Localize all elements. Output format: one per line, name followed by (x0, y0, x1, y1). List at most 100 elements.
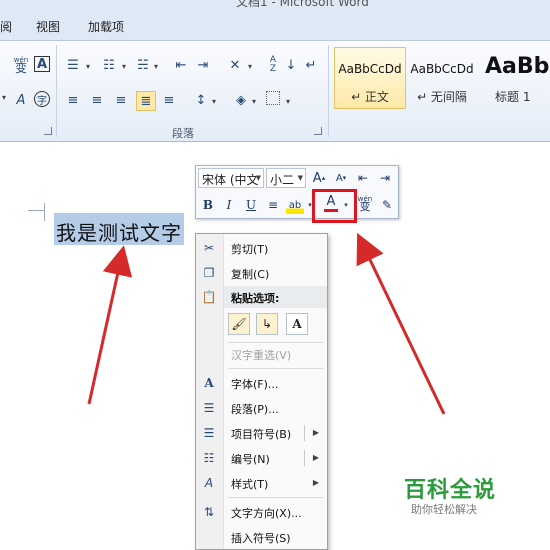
font-name-combo[interactable]: 宋体 (中文 ▼ (198, 168, 264, 188)
sort-icon[interactable]: AZ (264, 56, 282, 74)
sort-arrow-icon[interactable]: ↓ (282, 56, 300, 74)
decrease-indent-icon[interactable]: ⇤ (354, 169, 372, 187)
increase-indent-icon[interactable]: ⇥ (376, 169, 394, 187)
style-name: 标题 1 (495, 90, 531, 104)
chinese-layout-icon[interactable]: ✕ (226, 56, 244, 74)
increase-indent-icon[interactable]: ⇥ (194, 56, 212, 74)
style-sample: AaBb (485, 54, 550, 79)
dropdown-arrow-icon[interactable]: ▾ (212, 97, 216, 106)
decrease-indent-icon[interactable]: ⇤ (172, 56, 190, 74)
chevron-down-icon[interactable]: ▼ (256, 174, 261, 182)
clipboard-icon: 📋 (201, 290, 217, 304)
menu-paste-options-header: 📋 粘贴选项: (201, 290, 280, 305)
font-size-combo[interactable]: 小二 ▼ (266, 168, 306, 188)
highlight-icon[interactable]: ab (286, 196, 304, 214)
tab-view[interactable]: 视图 (36, 18, 60, 35)
text-effect-icon[interactable]: A (12, 91, 30, 109)
watermark-title: 百科全说 (404, 478, 497, 503)
menu-item-text-direction[interactable]: ⇅ 文字方向(X)... (196, 501, 327, 523)
selected-text[interactable]: 我是测试文字 (54, 213, 184, 245)
shrink-font-icon[interactable]: A ▾ (332, 169, 350, 187)
copy-icon: ❐ (203, 266, 215, 280)
menu-item-reconvert: 汉字重选(V) (231, 349, 292, 362)
menu-item-bullets[interactable]: ☰ 项目符号(B) ▶ (196, 422, 327, 444)
menu-separator (228, 497, 324, 498)
dropdown-arrow-icon[interactable]: ▾ (252, 97, 256, 106)
bullets-icon: ☰ (203, 426, 215, 440)
tab-review[interactable]: 阅 (0, 18, 12, 35)
font-icon: A (204, 376, 214, 390)
dropdown-arrow-icon[interactable]: ▾ (248, 62, 252, 71)
menu-item-insert-symbol[interactable]: 插入符号(S) (196, 526, 327, 548)
bold-button[interactable]: B (199, 196, 217, 214)
justify-icon[interactable]: ≣ (136, 91, 156, 111)
submenu-divider (304, 450, 305, 466)
center-align-icon[interactable]: ≡ (264, 196, 282, 214)
watermark-subtitle: 助你轻松解决 (411, 503, 477, 516)
enclose-characters-icon[interactable]: 字 (34, 91, 50, 107)
font-size-value: 小二 (270, 173, 295, 187)
margin-marker (28, 210, 45, 211)
multilevel-list-icon[interactable]: ☵ (134, 56, 152, 74)
numbering-icon: ☷ (203, 451, 215, 465)
italic-button[interactable]: I (220, 196, 238, 214)
dropdown-arrow-icon[interactable]: ▾ (2, 93, 6, 102)
menu-item-copy[interactable]: ❐ 复制(C) (196, 262, 327, 284)
font-dialog-launcher-icon[interactable] (44, 127, 52, 135)
grow-font-icon[interactable]: A ▴ (310, 169, 328, 187)
font-name-value: 宋体 (中文 (202, 173, 259, 187)
align-left-icon[interactable]: ≡ (64, 91, 82, 109)
tab-addins[interactable]: 加载项 (88, 18, 124, 35)
font-color-highlight-box (312, 189, 357, 223)
scissors-icon: ✂ (203, 241, 215, 255)
style-name: ↵ 正文 (351, 90, 389, 104)
mini-toolbar: 宋体 (中文 ▼ 小二 ▼ A ▴ A ▾ ⇤ ⇥ B I U ≡ ab ▾ A ▾… (195, 165, 399, 219)
group-separator (56, 45, 57, 137)
style-sample: AaBbCcDd (410, 62, 474, 76)
show-formatting-icon[interactable]: ↵ (302, 56, 320, 74)
format-painter-icon[interactable]: ✎ (378, 196, 396, 214)
phonetic-guide-icon[interactable]: wén 变 (356, 194, 374, 212)
title-bar: 文档1 - Microsoft Word (0, 0, 550, 8)
window-title: 文档1 - Microsoft Word (236, 0, 369, 8)
menu-item-numbering[interactable]: ☷ 编号(N) ▶ (196, 447, 327, 469)
dropdown-arrow-icon[interactable]: ▾ (154, 62, 158, 71)
styles-icon: A (204, 476, 214, 490)
dropdown-arrow-icon[interactable]: ▾ (286, 97, 290, 106)
menu-item-cut[interactable]: ✂ 剪切(T) (196, 237, 327, 259)
numbering-icon[interactable]: ☷ (100, 56, 118, 74)
menu-item-font[interactable]: A 字体(F)... (196, 372, 327, 394)
align-center-icon[interactable]: ≡ (88, 91, 106, 109)
style-normal[interactable]: AaBbCcDd ↵ 正文 (334, 47, 406, 109)
underline-button[interactable]: U (242, 196, 260, 214)
paste-text-only-icon[interactable]: A (286, 313, 308, 335)
align-right-icon[interactable]: ≡ (112, 91, 130, 109)
paste-keep-formatting-icon[interactable]: 🖌 (228, 313, 250, 335)
group-separator (328, 45, 329, 137)
style-name: ↵ 无间隔 (417, 90, 467, 104)
borders-icon[interactable] (266, 91, 280, 105)
dropdown-arrow-icon[interactable]: ▾ (86, 62, 90, 71)
menu-item-paragraph[interactable]: ☰ 段落(P)... (196, 397, 327, 419)
dropdown-arrow-icon[interactable]: ▾ (122, 62, 126, 71)
bullets-icon[interactable]: ☰ (64, 56, 82, 74)
chevron-down-icon[interactable]: ▼ (298, 174, 303, 182)
shading-icon[interactable]: ◈ (232, 91, 250, 109)
submenu-arrow-icon: ▶ (312, 453, 319, 462)
paragraph-icon: ☰ (203, 401, 215, 415)
context-menu: ✂ 剪切(T) ❐ 复制(C) 📋 粘贴选项: 🖌 ↳ A 汉字重选(V) A … (195, 233, 328, 550)
text-direction-icon: ⇅ (203, 505, 215, 519)
style-no-spacing[interactable]: AaBbCcDd ↵ 无间隔 (406, 47, 478, 109)
ribbon-tabs: 阅 视图 加载项 (0, 8, 550, 40)
style-heading-1[interactable]: AaBb 标题 1 (478, 47, 550, 109)
line-spacing-icon[interactable]: ↕ (192, 91, 210, 109)
phonetic-guide-icon[interactable]: wén 变 (12, 55, 30, 74)
paragraph-dialog-launcher-icon[interactable] (314, 127, 322, 135)
paste-merge-formatting-icon[interactable]: ↳ (256, 313, 278, 335)
submenu-arrow-icon: ▶ (312, 428, 319, 437)
distributed-icon[interactable]: ≡ (160, 91, 178, 109)
submenu-arrow-icon: ▶ (312, 478, 319, 487)
character-border-icon[interactable]: A (34, 56, 50, 72)
style-sample: AaBbCcDd (338, 62, 402, 76)
menu-item-styles[interactable]: A 样式(T) ▶ (196, 472, 327, 494)
